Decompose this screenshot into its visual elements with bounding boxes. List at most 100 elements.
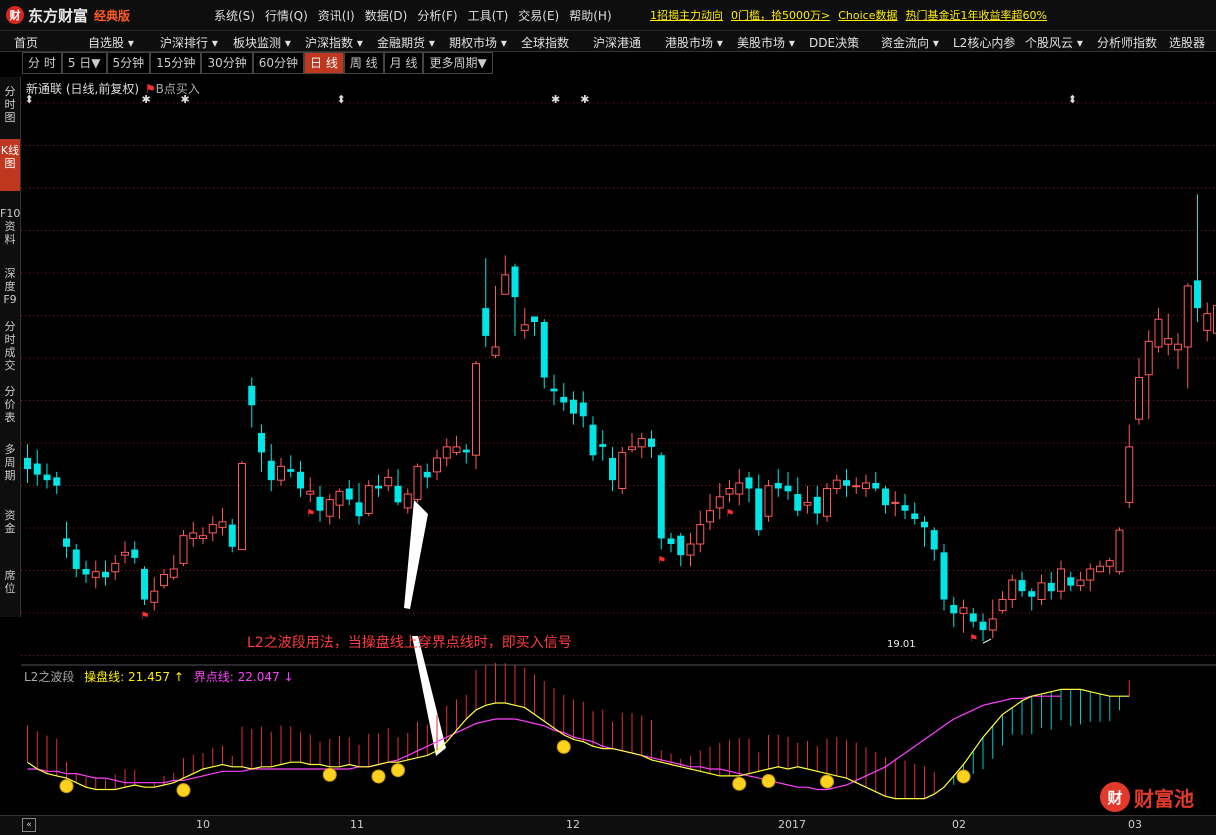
- candle-body-down: [297, 472, 304, 489]
- signal-face-icon: [177, 784, 190, 797]
- operate-line-readout: 操盘线: 21.457 ↑: [84, 670, 188, 684]
- candle-body-up: [453, 447, 460, 453]
- candle-body-down: [424, 472, 431, 478]
- candle-body-down: [1048, 583, 1055, 591]
- candle-body-down: [83, 569, 90, 575]
- candle-body-down: [346, 489, 353, 500]
- candle-body-down: [356, 502, 363, 516]
- candle-body-up: [853, 486, 860, 487]
- indicator-name[interactable]: L2之波段: [24, 670, 74, 684]
- candle-body-up: [736, 483, 743, 494]
- time-label-dec: 12: [566, 818, 580, 831]
- candle-body-down: [921, 522, 928, 528]
- boundary-label: 界点线:: [194, 670, 234, 684]
- candle-body-up: [697, 525, 704, 544]
- candle-body-up: [1009, 580, 1016, 599]
- boundary-line-readout: 界点线: 22.047 ↓: [194, 670, 294, 684]
- annotation-text: L2之波段用法，当操盘线上穿界点线时，即买入信号: [247, 632, 572, 652]
- candle-body-down: [1194, 280, 1201, 308]
- candle-body-up: [824, 489, 831, 517]
- candle-body-up: [999, 600, 1006, 611]
- candle-body-up: [336, 491, 343, 505]
- candle-body-down: [463, 450, 470, 453]
- signal-face-icon: [60, 780, 73, 793]
- candle-body-up: [804, 502, 811, 505]
- candle-body-down: [44, 475, 51, 481]
- stock-title: 新通联 (日线,前复权) ⚑B点买入: [26, 80, 200, 97]
- candle-body-up: [1116, 530, 1123, 572]
- candle-body-down: [658, 455, 665, 538]
- candle-body-down: [24, 458, 31, 469]
- stock-mode: (日线,前复权): [66, 82, 139, 96]
- candle-body-down: [648, 439, 655, 447]
- candle-body-down: [843, 480, 850, 486]
- candle-body-up: [989, 619, 996, 630]
- candle-body-up: [200, 536, 207, 539]
- candle-body-up: [833, 480, 840, 488]
- candle-body-up: [1184, 286, 1191, 347]
- candle-body-down: [814, 497, 821, 514]
- candle-body-up: [1155, 319, 1162, 347]
- signal-face-icon: [323, 768, 336, 781]
- candle-body-down: [560, 397, 567, 403]
- signal-face-icon: [957, 770, 970, 783]
- kline-chart[interactable]: ⚑⚑⚑⚑⚑⬍✱✱⬍✱✱⬍: [0, 0, 1216, 815]
- candle-body-down: [512, 267, 519, 298]
- candle-body-down: [570, 400, 577, 414]
- event-marker-icon: ✱: [580, 93, 589, 106]
- signal-face-icon: [733, 777, 746, 790]
- flag-icon: ⚑: [145, 82, 156, 96]
- candle-body-down: [287, 469, 294, 472]
- candle-body-up: [443, 447, 450, 458]
- candle-body-up: [1106, 561, 1113, 567]
- candle-body-up: [151, 591, 158, 602]
- candle-body-down: [63, 538, 70, 546]
- candle-body-down: [609, 458, 616, 480]
- event-marker-icon: ⬍: [337, 93, 346, 106]
- watermark: 财 财富池: [1100, 782, 1194, 812]
- candle-body-up: [219, 522, 226, 528]
- candle-body-up: [414, 466, 421, 499]
- candle-body-down: [755, 489, 762, 531]
- candle-body-up: [404, 494, 411, 508]
- candle-body-down: [599, 444, 606, 447]
- candle-body-down: [268, 461, 275, 480]
- candle-body-down: [395, 486, 402, 503]
- candle-body-up: [726, 489, 733, 495]
- candle-body-up: [863, 483, 870, 489]
- candle-body-down: [482, 308, 489, 336]
- time-label-mar: 03: [1128, 818, 1142, 831]
- buy-signal-flag-icon: ⚑: [306, 508, 315, 519]
- candle-body-down: [775, 483, 782, 489]
- candle-body-down: [1019, 580, 1026, 591]
- candle-body-down: [1067, 577, 1074, 585]
- candle-body-down: [531, 316, 538, 322]
- indicator-header: L2之波段 操盘线: 21.457 ↑ 界点线: 22.047 ↓: [24, 668, 294, 685]
- candle-body-up: [180, 536, 187, 564]
- candle-body-up: [707, 511, 714, 522]
- candle-body-down: [872, 483, 879, 489]
- candle-body-down: [317, 497, 324, 511]
- candle-body-up: [1126, 447, 1133, 503]
- low-price-label: 19.01: [887, 639, 916, 650]
- signal-label: B点买入: [156, 82, 200, 96]
- buy-signal-flag-icon: ⚑: [726, 508, 735, 519]
- scroll-left-button[interactable]: «: [22, 818, 36, 832]
- candle-body-down: [746, 477, 753, 488]
- candle-body-down: [882, 489, 889, 506]
- candle-body-down: [677, 536, 684, 555]
- candle-body-down: [668, 538, 675, 544]
- candle-body-up: [473, 364, 480, 456]
- candle-body-up: [239, 464, 246, 550]
- low-price-pointer: [983, 639, 991, 643]
- candle-body-down: [941, 552, 948, 599]
- candle-body-up: [638, 439, 645, 447]
- candle-body-down: [541, 322, 548, 378]
- candle-body-down: [794, 494, 801, 511]
- candle-body-up: [190, 533, 197, 539]
- candle-body-down: [1028, 591, 1035, 597]
- candle-body-down: [258, 433, 265, 452]
- candle-body-down: [551, 389, 558, 392]
- event-marker-icon: ⬍: [1068, 93, 1077, 106]
- candle-body-up: [1136, 378, 1143, 420]
